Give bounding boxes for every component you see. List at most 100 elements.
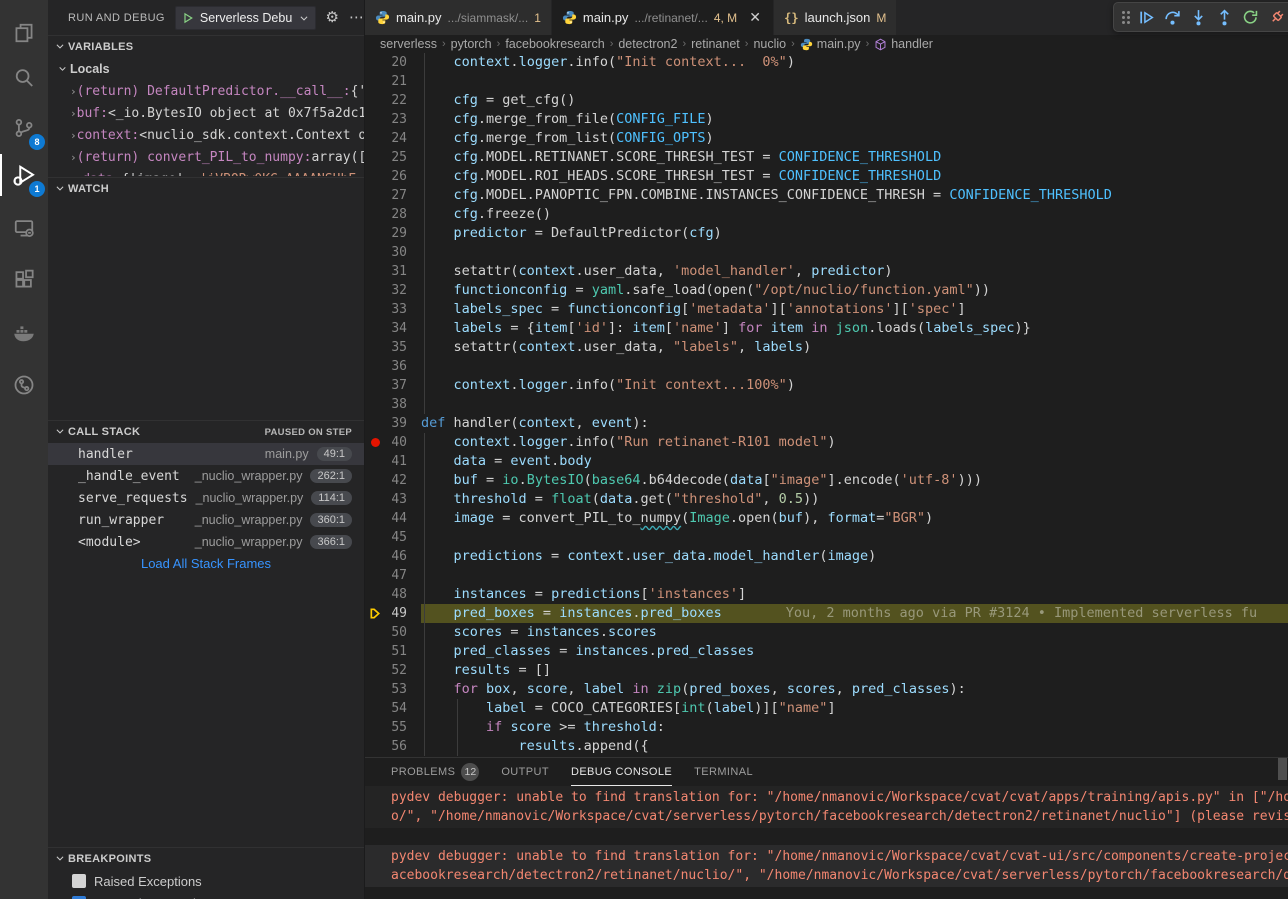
code-line[interactable]: 46 predictions = context.user_data.model… — [365, 547, 1288, 566]
launch-config-dropdown[interactable]: Serverless Debu — [175, 6, 316, 30]
watch-header[interactable]: WATCH — [48, 178, 364, 200]
git-graph-icon[interactable] — [0, 362, 48, 408]
gutter-glyph[interactable] — [365, 262, 387, 281]
step-out-button[interactable] — [1211, 4, 1237, 30]
gutter-glyph[interactable] — [365, 509, 387, 528]
docker-icon[interactable] — [0, 310, 48, 356]
gutter-glyph[interactable] — [365, 319, 387, 338]
unchecked-checkbox[interactable] — [72, 874, 86, 888]
gutter-glyph[interactable] — [365, 547, 387, 566]
tab-main-py-retinanet[interactable]: main.py .../retinanet/... 4, M ✕ — [552, 0, 774, 35]
breakpoint-row[interactable]: Raised Exceptions — [48, 870, 364, 892]
gutter-glyph[interactable] — [365, 433, 387, 452]
code-line[interactable]: 38 — [365, 395, 1288, 414]
gutter-glyph[interactable] — [365, 376, 387, 395]
stack-frame-row[interactable]: _handle_event_nuclio_wrapper.py262:1 — [48, 465, 364, 487]
variable-row[interactable]: ›data: {'image': 'iVBORw0KG…AAAANSUhE… — [48, 168, 364, 176]
gutter-glyph[interactable] — [365, 148, 387, 167]
disconnect-button[interactable] — [1263, 4, 1288, 30]
load-all-stack-frames-link[interactable]: Load All Stack Frames — [48, 553, 364, 575]
variable-row[interactable]: ›context: <nuclio_sdk.context.Context ob… — [48, 124, 364, 146]
gutter-glyph[interactable] — [365, 604, 387, 623]
gutter-glyph[interactable] — [365, 680, 387, 699]
code-line[interactable]: 24 cfg.merge_from_list(CONFIG_OPTS) — [365, 129, 1288, 148]
code-line[interactable]: 45 — [365, 528, 1288, 547]
panel-scrollbar[interactable] — [1278, 758, 1287, 780]
code-line[interactable]: 48 instances = predictions['instances'] — [365, 585, 1288, 604]
code-line[interactable]: 42 buf = io.BytesIO(base64.b64decode(dat… — [365, 471, 1288, 490]
gutter-glyph[interactable] — [365, 53, 387, 72]
gutter-glyph[interactable] — [365, 110, 387, 129]
stack-frame-row[interactable]: run_wrapper_nuclio_wrapper.py360:1 — [48, 509, 364, 531]
continue-button[interactable] — [1133, 4, 1159, 30]
breadcrumb-item-facebookresearch[interactable]: facebookresearch — [505, 37, 604, 51]
breadcrumb-item-handler[interactable]: handler — [874, 37, 933, 51]
gutter-glyph[interactable] — [365, 205, 387, 224]
gutter-glyph[interactable] — [365, 357, 387, 376]
gutter-glyph[interactable] — [365, 642, 387, 661]
gutter-glyph[interactable] — [365, 243, 387, 262]
tab-output[interactable]: OUTPUT — [501, 758, 549, 786]
breakpoint-icon[interactable] — [371, 438, 380, 447]
code-line[interactable]: 39def handler(context, event): — [365, 414, 1288, 433]
step-into-button[interactable] — [1185, 4, 1211, 30]
tab-launch-json[interactable]: {} launch.json M — [774, 0, 897, 35]
code-line[interactable]: 52 results = [] — [365, 661, 1288, 680]
stack-frame-row[interactable]: <module>_nuclio_wrapper.py366:1 — [48, 531, 364, 553]
extensions-icon[interactable] — [0, 257, 48, 303]
gutter-glyph[interactable] — [365, 661, 387, 680]
tab-main-py-siammask[interactable]: main.py .../siammask/... 1 — [365, 0, 552, 35]
code-line[interactable]: 55 if score >= threshold: — [365, 718, 1288, 737]
variable-row[interactable]: ›(return) DefaultPredictor.__call__: {'i… — [48, 80, 364, 102]
code-line[interactable]: 49 pred_boxes = instances.pred_boxesYou,… — [365, 604, 1288, 623]
gutter-glyph[interactable] — [365, 72, 387, 91]
variables-header[interactable]: VARIABLES — [48, 36, 364, 58]
code-line[interactable]: 37 context.logger.info("Init context...1… — [365, 376, 1288, 395]
call-stack-header[interactable]: CALL STACK PAUSED ON STEP — [48, 421, 364, 443]
code-line[interactable]: 51 pred_classes = instances.pred_classes — [365, 642, 1288, 661]
code-line[interactable]: 43 threshold = float(data.get("threshold… — [365, 490, 1288, 509]
gutter-glyph[interactable] — [365, 528, 387, 547]
code-line[interactable]: 33 labels_spec = functionconfig['metadat… — [365, 300, 1288, 319]
breadcrumb-item-serverless[interactable]: serverless — [380, 37, 437, 51]
code-line[interactable]: 41 data = event.body — [365, 452, 1288, 471]
run-and-debug-icon[interactable]: 1 — [0, 152, 48, 198]
gutter-glyph[interactable] — [365, 490, 387, 509]
gutter-glyph[interactable] — [365, 585, 387, 604]
gutter-glyph[interactable] — [365, 699, 387, 718]
stack-frame-row[interactable]: serve_requests_nuclio_wrapper.py114:1 — [48, 487, 364, 509]
code-line[interactable]: 27 cfg.MODEL.PANOPTIC_FPN.COMBINE.INSTAN… — [365, 186, 1288, 205]
code-line[interactable]: 36 — [365, 357, 1288, 376]
close-icon[interactable]: ✕ — [747, 9, 763, 26]
gear-icon[interactable]: ⚙ — [326, 10, 339, 25]
more-actions-icon[interactable]: ⋯ — [349, 10, 364, 25]
code-line[interactable]: 30 — [365, 243, 1288, 262]
code-line[interactable]: 21 — [365, 72, 1288, 91]
gutter-glyph[interactable] — [365, 91, 387, 110]
remote-explorer-icon[interactable] — [0, 205, 48, 251]
code-line[interactable]: 23 cfg.merge_from_file(CONFIG_FILE) — [365, 110, 1288, 129]
code-line[interactable]: 53 for box, score, label in zip(pred_box… — [365, 680, 1288, 699]
breakpoints-header[interactable]: BREAKPOINTS — [48, 848, 364, 870]
code-line[interactable]: 56 results.append({ — [365, 737, 1288, 756]
explorer-icon[interactable] — [0, 10, 48, 56]
code-line[interactable]: 22 cfg = get_cfg() — [365, 91, 1288, 110]
drag-handle-icon[interactable] — [1122, 16, 1125, 19]
gutter-glyph[interactable] — [365, 300, 387, 319]
breadcrumb-item-nuclio[interactable]: nuclio — [753, 37, 786, 51]
code-editor[interactable]: 20 context.logger.info("Init context... … — [365, 53, 1288, 757]
variable-row[interactable]: ›buf: <_io.BytesIO object at 0x7f5a2dc1e… — [48, 102, 364, 124]
breadcrumb-item-mainpy[interactable]: main.py — [800, 37, 861, 51]
code-line[interactable]: 31 setattr(context.user_data, 'model_han… — [365, 262, 1288, 281]
search-icon[interactable] — [0, 55, 48, 101]
code-line[interactable]: 25 cfg.MODEL.RETINANET.SCORE_THRESH_TEST… — [365, 148, 1288, 167]
tab-terminal[interactable]: TERMINAL — [694, 758, 753, 786]
gutter-glyph[interactable] — [365, 452, 387, 471]
gutter-glyph[interactable] — [365, 566, 387, 585]
gutter-glyph[interactable] — [365, 129, 387, 148]
code-line[interactable]: 20 context.logger.info("Init context... … — [365, 53, 1288, 72]
gutter-glyph[interactable] — [365, 737, 387, 756]
code-line[interactable]: 44 image = convert_PIL_to_numpy(Image.op… — [365, 509, 1288, 528]
code-line[interactable]: 35 setattr(context.user_data, "labels", … — [365, 338, 1288, 357]
code-line[interactable]: 34 labels = {item['id']: item['name'] fo… — [365, 319, 1288, 338]
